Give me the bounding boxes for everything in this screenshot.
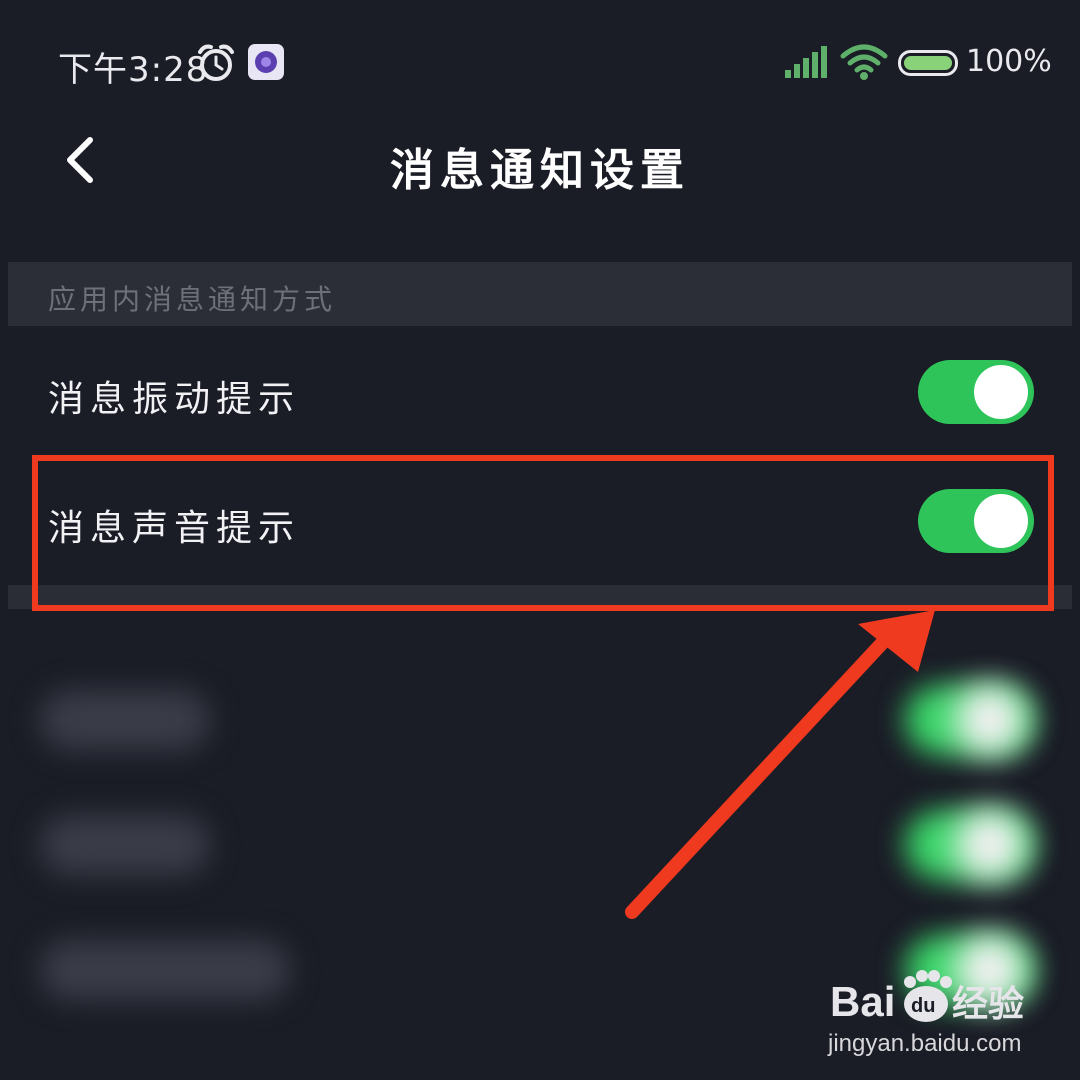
signal-icon xyxy=(785,46,827,78)
battery-icon xyxy=(898,50,958,76)
svg-text:Bai: Bai xyxy=(830,978,895,1025)
page-title: 消息通知设置 xyxy=(390,145,690,196)
vibration-toggle[interactable] xyxy=(918,360,1034,424)
watermark-logo: Bai du 经验 xyxy=(830,970,1024,1025)
alarm-icon xyxy=(198,44,234,81)
status-time: 下午3:28 xyxy=(58,50,209,90)
battery-percentage: 100% xyxy=(966,44,1052,79)
svg-text:经验: 经验 xyxy=(952,984,1024,1025)
blurred-knob xyxy=(955,810,1025,880)
setting-row-vibration[interactable]: 消息振动提示 xyxy=(8,328,1072,456)
toggle-knob xyxy=(974,365,1028,419)
svg-text:du: du xyxy=(911,995,935,1017)
blurred-knob xyxy=(955,685,1025,755)
status-bar: 下午3:28 100% xyxy=(0,0,1080,120)
blurred-label xyxy=(40,690,210,750)
section-header: 应用内消息通知方式 xyxy=(8,262,1072,326)
setting-label-vibration: 消息振动提示 xyxy=(48,379,301,420)
app-icon xyxy=(248,44,284,80)
wifi-icon xyxy=(840,44,888,80)
highlight-box xyxy=(32,455,1054,611)
blurred-label xyxy=(40,940,290,1000)
watermark-url: jingyan.baidu.com xyxy=(828,1030,1022,1057)
blurred-label xyxy=(40,815,210,875)
section-label: 应用内消息通知方式 xyxy=(48,283,337,316)
